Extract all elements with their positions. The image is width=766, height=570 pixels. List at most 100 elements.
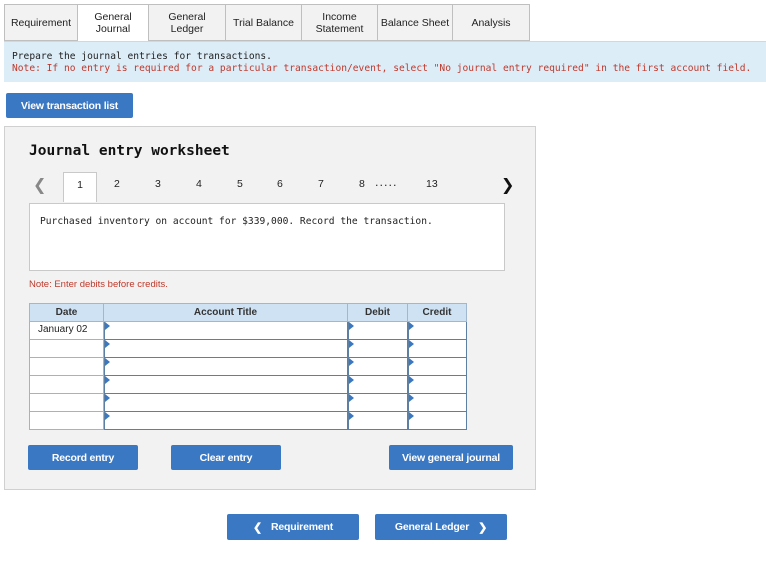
input-marker-icon — [349, 376, 354, 384]
column-header-date: Date — [29, 303, 104, 322]
page-13[interactable]: 13 — [426, 178, 438, 190]
input-marker-icon — [409, 322, 414, 330]
date-cell[interactable] — [29, 340, 104, 358]
instruction-banner: Prepare the journal entries for transact… — [4, 41, 766, 82]
dropdown-marker-icon — [105, 394, 110, 402]
journal-entry-worksheet: Journal entry worksheet ❮ 1 2 3 4 5 6 7 … — [4, 126, 536, 490]
debit-input[interactable] — [348, 322, 408, 340]
tab-label: General Ledger — [168, 10, 206, 35]
input-marker-icon — [409, 358, 414, 366]
tab-general-journal[interactable]: General Journal — [77, 4, 148, 42]
chevron-left-icon[interactable]: ❮ — [33, 175, 46, 194]
date-cell[interactable] — [29, 376, 104, 394]
instruction-text: Prepare the journal entries for transact… — [12, 51, 272, 62]
table-row — [29, 376, 467, 394]
page-1[interactable]: 1 — [63, 172, 97, 202]
input-marker-icon — [409, 340, 414, 348]
page-6[interactable]: 6 — [277, 178, 283, 190]
chevron-right-icon[interactable]: ❯ — [501, 175, 514, 194]
transaction-description: Purchased inventory on account for $339,… — [29, 203, 505, 271]
page-8[interactable]: 8 — [359, 178, 365, 190]
date-cell[interactable] — [29, 358, 104, 376]
table-row: January 02 — [29, 322, 467, 340]
debit-input[interactable] — [348, 340, 408, 358]
credit-input[interactable] — [408, 376, 467, 394]
input-marker-icon — [409, 394, 414, 402]
table-row — [29, 412, 467, 430]
record-entry-button[interactable]: Record entry — [28, 445, 138, 470]
prev-button-label: Requirement — [271, 521, 333, 533]
tab-general-ledger[interactable]: General Ledger — [148, 4, 225, 41]
credit-input[interactable] — [408, 412, 467, 430]
page-2[interactable]: 2 — [114, 178, 120, 190]
tab-label: Income Statement — [315, 10, 364, 35]
worksheet-title: Journal entry worksheet — [29, 143, 230, 159]
account-title-input[interactable] — [104, 340, 348, 358]
page-4[interactable]: 4 — [196, 178, 202, 190]
tab-income-statement[interactable]: Income Statement — [301, 4, 377, 41]
tab-requirement[interactable]: Requirement — [4, 4, 77, 41]
account-title-input[interactable] — [104, 394, 348, 412]
tab-trial-balance[interactable]: Trial Balance — [225, 4, 301, 41]
page-ellipsis: ..... — [375, 176, 398, 189]
debit-credit-note: Note: Enter debits before credits. — [29, 279, 168, 290]
instruction-note: Note: If no entry is required for a part… — [12, 63, 752, 74]
tab-label: Trial Balance — [233, 16, 294, 29]
chevron-right-icon: ❯ — [478, 521, 488, 534]
input-marker-icon — [349, 412, 354, 420]
column-header-credit: Credit — [408, 303, 467, 322]
tab-label: Requirement — [10, 16, 72, 29]
input-marker-icon — [349, 322, 354, 330]
credit-input[interactable] — [408, 358, 467, 376]
table-row — [29, 394, 467, 412]
debit-input[interactable] — [348, 394, 408, 412]
prev-requirement-button[interactable]: ❮ Requirement — [227, 514, 359, 540]
account-title-input[interactable] — [104, 376, 348, 394]
input-marker-icon — [409, 376, 414, 384]
journal-table-header: Date Account Title Debit Credit — [29, 303, 467, 322]
debit-input[interactable] — [348, 376, 408, 394]
journal-table: Date Account Title Debit Credit January … — [29, 303, 467, 430]
chevron-left-icon: ❮ — [252, 521, 263, 534]
column-header-debit: Debit — [348, 303, 408, 322]
credit-input[interactable] — [408, 340, 467, 358]
tab-label: General Journal — [94, 11, 132, 35]
dropdown-marker-icon — [105, 340, 110, 348]
account-title-input[interactable] — [104, 358, 348, 376]
date-cell[interactable] — [29, 394, 104, 412]
dropdown-marker-icon — [105, 358, 110, 366]
debit-input[interactable] — [348, 358, 408, 376]
input-marker-icon — [349, 358, 354, 366]
page-5[interactable]: 5 — [237, 178, 243, 190]
page-3[interactable]: 3 — [155, 178, 161, 190]
tab-label: Analysis — [471, 16, 511, 29]
tab-analysis[interactable]: Analysis — [452, 4, 530, 41]
next-button-label: General Ledger — [394, 521, 470, 533]
column-header-account-title: Account Title — [104, 303, 348, 322]
input-marker-icon — [349, 340, 354, 348]
credit-input[interactable] — [408, 394, 467, 412]
table-row — [29, 340, 467, 358]
tab-balance-sheet[interactable]: Balance Sheet — [377, 4, 452, 41]
next-general-ledger-button[interactable]: General Ledger ❯ — [375, 514, 507, 540]
dropdown-marker-icon — [105, 322, 110, 330]
tab-label: Balance Sheet — [380, 16, 450, 29]
view-general-journal-button[interactable]: View general journal — [389, 445, 513, 470]
date-cell[interactable]: January 02 — [29, 322, 104, 340]
credit-input[interactable] — [408, 322, 467, 340]
worksheet-pager: ❮ 1 2 3 4 5 6 7 8 ..... 13 ❯ — [25, 172, 521, 202]
input-marker-icon — [409, 412, 414, 420]
clear-entry-button[interactable]: Clear entry — [171, 445, 281, 470]
table-row — [29, 358, 467, 376]
date-value: January 02 — [38, 324, 88, 335]
input-marker-icon — [349, 394, 354, 402]
view-transaction-list-button[interactable]: View transaction list — [6, 93, 133, 118]
account-title-input[interactable] — [104, 412, 348, 430]
debit-input[interactable] — [348, 412, 408, 430]
dropdown-marker-icon — [105, 376, 110, 384]
dropdown-marker-icon — [105, 412, 110, 420]
account-title-input[interactable] — [104, 322, 348, 340]
page-7[interactable]: 7 — [318, 178, 324, 190]
tab-bar: Requirement General Journal General Ledg… — [4, 4, 530, 42]
date-cell[interactable] — [29, 412, 104, 430]
